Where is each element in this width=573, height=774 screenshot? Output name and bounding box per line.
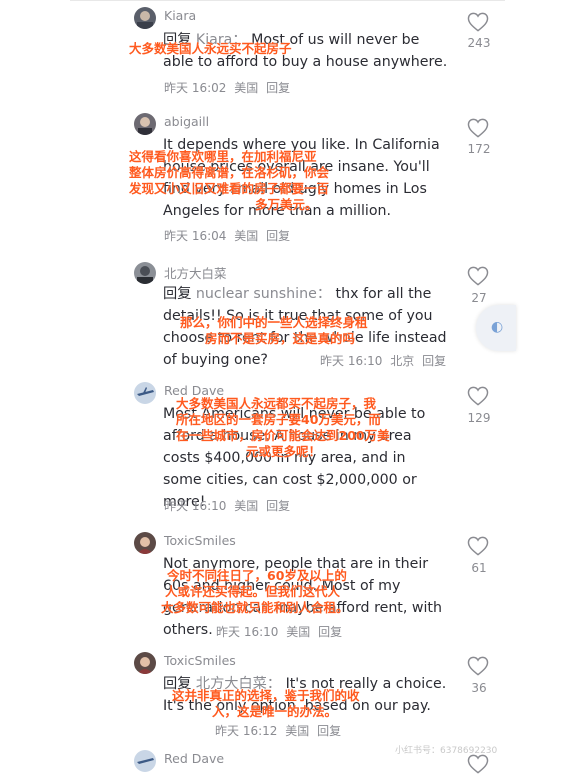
comment-username[interactable]: abigaill xyxy=(164,114,209,129)
like-button[interactable] xyxy=(467,536,489,556)
translation-line: 今时不同往日了，60岁及以上的 xyxy=(167,568,347,583)
translation-overlay: 大多数美国人永远买不起房子 xyxy=(129,41,292,56)
comment-date: 昨天 16:10 xyxy=(164,499,227,513)
heart-icon xyxy=(467,386,489,406)
comment-location: 美国 xyxy=(286,625,311,639)
comment-date: 昨天 16:10 xyxy=(320,354,383,368)
watermark: 小红书号：6378692230 xyxy=(395,746,498,756)
comment-meta: 昨天 16:04 美国 回复 xyxy=(164,227,294,244)
translation-line: 元或更多呢！ xyxy=(246,444,322,459)
heart-icon xyxy=(467,656,489,676)
translation-overlay: 大多数美国人永远都买不起房子，我 所在地区的一套房子要40万美元，而 在一些城市… xyxy=(176,396,390,460)
like-button[interactable] xyxy=(467,118,489,138)
comment-location: 美国 xyxy=(285,724,310,738)
like-button[interactable] xyxy=(467,754,489,774)
reply-button[interactable]: 回复 xyxy=(422,354,446,368)
reply-button[interactable]: 回复 xyxy=(266,499,290,513)
comment-meta: 昨天 16:10 美国 回复 xyxy=(216,623,346,640)
avatar[interactable] xyxy=(134,262,156,284)
like-button[interactable] xyxy=(467,12,489,32)
like-button[interactable] xyxy=(467,266,489,286)
translation-line: 这得看你喜欢哪里，在加利福尼亚 xyxy=(129,149,317,164)
like-count: 27 xyxy=(471,291,487,305)
comment-meta: 昨天 16:10 北京 回复 xyxy=(320,352,450,369)
translation-line: 多万美元。 xyxy=(255,197,318,212)
comment-meta: 昨天 16:10 美国 回复 xyxy=(164,497,294,514)
translation-line: 那么，你们中的一些人选择终身租 xyxy=(180,315,368,330)
reply-button[interactable]: 回复 xyxy=(266,229,290,243)
translation-line: 在一些城市，房价可能会达到200万美 xyxy=(176,428,390,443)
reply-target[interactable]: nuclear sunshine： xyxy=(196,286,331,302)
comment-date: 昨天 16:04 xyxy=(164,229,227,243)
comment-username[interactable]: Red Dave xyxy=(164,751,224,766)
reply-button[interactable]: 回复 xyxy=(317,724,341,738)
avatar[interactable] xyxy=(134,7,156,29)
comment-location: 北京 xyxy=(390,354,415,368)
side-translate-button[interactable]: ◐ xyxy=(476,305,516,351)
translation-line: 人或许还买得起。但我们这代人 xyxy=(165,584,341,599)
reply-button[interactable]: 回复 xyxy=(266,81,290,95)
comment-username[interactable]: Kiara xyxy=(164,8,196,23)
avatar[interactable] xyxy=(134,113,156,135)
translation-line: 大多数美国人永远都买不起房子，我 xyxy=(176,396,377,411)
comment-username[interactable]: ToxicSmiles xyxy=(164,533,236,548)
reply-prefix: 回复 xyxy=(163,286,192,302)
translation-line: 入，这是唯一的办法。 xyxy=(212,704,338,719)
comment-date: 昨天 16:02 xyxy=(164,81,227,95)
avatar[interactable] xyxy=(134,652,156,674)
comment-meta: 昨天 16:02 美国 回复 xyxy=(164,79,294,96)
heart-icon xyxy=(467,118,489,138)
like-button[interactable] xyxy=(467,386,489,406)
comment-date: 昨天 16:10 xyxy=(216,625,279,639)
like-count: 172 xyxy=(467,142,491,156)
translate-icon: ◐ xyxy=(491,319,504,335)
translation-overlay: 那么，你们中的一些人选择终身租 房而不是买房，这是真的吗 xyxy=(180,315,368,347)
comment-meta: 昨天 16:12 美国 回复 xyxy=(215,722,345,739)
heart-icon xyxy=(467,754,489,774)
translation-line: 这并非真正的选择，鉴于我们的收 xyxy=(172,688,360,703)
translation-line: 房而不是买房，这是真的吗 xyxy=(205,331,356,346)
avatar[interactable] xyxy=(134,532,156,554)
translation-overlay: 今时不同往日了，60岁及以上的 人或许还买得起。但我们这代人 大多数可能也就只能… xyxy=(161,568,349,616)
translation-line: 大多数可能也就只能和别人合租。 xyxy=(161,600,349,615)
comment-date: 昨天 16:12 xyxy=(215,724,278,738)
reply-button[interactable]: 回复 xyxy=(318,625,342,639)
avatar[interactable] xyxy=(134,750,156,772)
translation-line: 所在地区的一套房子要40万美元，而 xyxy=(176,412,381,427)
top-divider xyxy=(70,0,505,1)
comment-username[interactable]: ToxicSmiles xyxy=(164,653,236,668)
comment-username[interactable]: 北方大白菜 xyxy=(164,263,227,282)
like-button[interactable] xyxy=(467,656,489,676)
like-count: 36 xyxy=(471,681,487,695)
comment-location: 美国 xyxy=(234,229,259,243)
comment-location: 美国 xyxy=(234,499,259,513)
like-count: 61 xyxy=(471,561,487,575)
translation-line: 发现又小又旧又难看的房子都要一百 xyxy=(129,181,330,196)
comment-location: 美国 xyxy=(234,81,259,95)
heart-icon xyxy=(467,12,489,32)
like-count: 243 xyxy=(467,36,491,50)
avatar[interactable] xyxy=(134,382,156,404)
translation-overlay: 这得看你喜欢哪里，在加利福尼亚 整体房价高得离谱，在洛杉矶，你会 发现又小又旧又… xyxy=(129,149,329,213)
translation-line: 整体房价高得离谱，在洛杉矶，你会 xyxy=(129,165,330,180)
heart-icon xyxy=(467,266,489,286)
heart-icon xyxy=(467,536,489,556)
like-count: 129 xyxy=(467,411,491,425)
translation-overlay: 这并非真正的选择，鉴于我们的收 入，这是唯一的办法。 xyxy=(172,688,360,720)
